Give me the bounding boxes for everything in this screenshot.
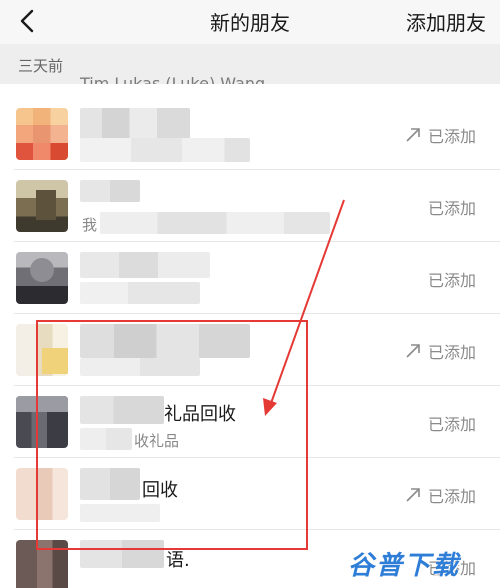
status-added: 已添加 [428,267,476,291]
friend-row[interactable]: 已添加 [0,314,500,386]
friend-subtitle: 我 [82,216,98,234]
status-label: 已添加 [427,199,476,218]
avatar [16,252,68,304]
friend-name: 回收 [142,480,178,501]
avatar [16,468,68,520]
friend-name: 礼品回收 [164,404,236,425]
avatar [16,108,68,160]
back-button[interactable] [14,4,42,38]
chevron-left-icon [20,9,34,33]
status-added: 已添加 [428,411,476,435]
blurred-subtitle [80,138,250,162]
friend-row[interactable]: 回收 已添加 [0,458,500,530]
status-label: 已添加 [427,487,476,506]
blurred-subtitle [80,504,160,522]
cut-off-contact-name: Tim Lukas (Luke) Wang [80,76,265,84]
status-added: 已添加 [404,339,476,363]
friend-name: 语. [166,550,190,571]
add-friend-button[interactable]: 添加朋友 [406,7,486,36]
arrow-up-right-icon [404,486,422,504]
blurred-name [80,540,164,568]
watermark-logo: 谷普下载 [347,551,460,581]
blurred-subtitle [80,358,200,376]
status-added: 已添加 [428,195,476,219]
blurred-name [80,180,140,202]
blurred-name [80,324,250,358]
blurred-name [80,468,140,500]
avatar [16,396,68,448]
status-added: 已添加 [404,483,476,507]
friend-row[interactable]: 礼品回收 收礼品 已添加 [0,386,500,458]
blurred-subtitle [80,282,200,304]
arrow-up-right-icon [404,342,422,360]
arrow-up-right-icon [404,126,422,144]
blurred-name [80,252,210,278]
section-label: 三天前 [18,57,64,75]
friend-row[interactable]: 我 已添加 [0,170,500,242]
avatar [16,180,68,232]
avatar [16,540,68,588]
status-label: 已添加 [427,271,476,290]
blurred-subtitle [100,212,330,234]
friend-row[interactable]: 已添加 [0,242,500,314]
status-label: 已添加 [427,343,476,362]
blurred-name [80,396,164,424]
status-label: 已添加 [427,127,476,146]
avatar [16,324,68,376]
blurred-subtitle [80,428,132,450]
friend-row[interactable]: 已添加 [0,98,500,170]
friend-subtitle: 收礼品 [134,432,180,450]
status-added: 已添加 [404,123,476,147]
screen: 新的朋友 添加朋友 三天前 Tim Lukas (Luke) Wang 已添加 … [0,0,500,588]
status-label: 已添加 [427,415,476,434]
nav-bar: 新的朋友 添加朋友 [0,0,500,44]
